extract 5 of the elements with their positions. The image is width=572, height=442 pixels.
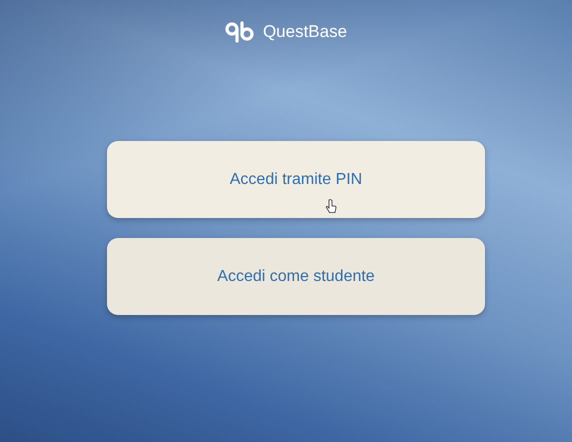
pointer-cursor-icon xyxy=(325,199,337,214)
brand-name: QuestBase xyxy=(262,22,348,42)
login-button[interactable]: Accedi tramite PIN xyxy=(107,141,485,218)
logo-icon xyxy=(224,21,255,43)
login-button[interactable]: Accedi come studente xyxy=(107,238,485,315)
